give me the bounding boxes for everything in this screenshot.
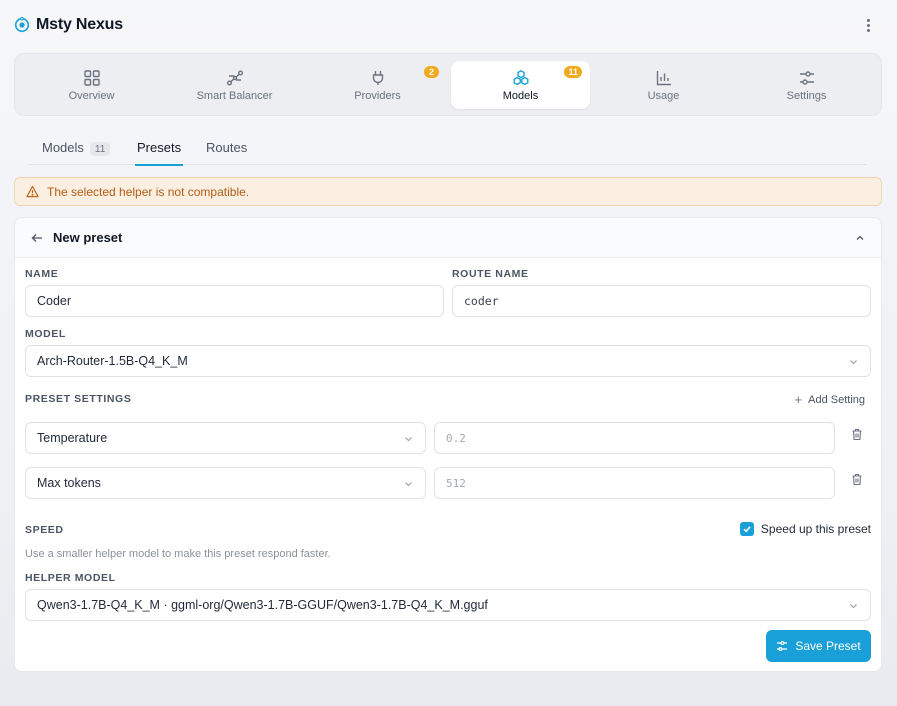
helper-model-value: Qwen3-1.7B-Q4_K_M · ggml-org/Qwen3-1.7B-… bbox=[37, 598, 488, 612]
setting-value-input[interactable]: 0.2 bbox=[434, 422, 835, 454]
setting-value-input[interactable]: 512 bbox=[434, 467, 835, 499]
nav-label: Smart Balancer bbox=[196, 89, 273, 102]
nav-item-providers[interactable]: Providers 2 bbox=[308, 61, 447, 109]
bar-chart-icon bbox=[656, 70, 671, 85]
check-icon bbox=[743, 526, 751, 533]
name-label: NAME bbox=[25, 268, 59, 280]
back-arrow-icon[interactable] bbox=[31, 232, 43, 244]
speed-hint: Use a smaller helper model to make this … bbox=[25, 548, 331, 560]
card-header: New preset bbox=[15, 218, 881, 258]
nav-label: Overview bbox=[68, 89, 115, 102]
sliders-icon bbox=[799, 70, 814, 85]
nav-label: Providers bbox=[354, 89, 401, 102]
chevron-down-icon bbox=[850, 360, 857, 365]
sliders-icon bbox=[777, 641, 788, 651]
chevron-down-icon bbox=[405, 437, 412, 442]
grid-icon bbox=[83, 69, 100, 86]
model-value: Arch-Router-1.5B-Q4_K_M bbox=[37, 354, 188, 368]
app-title: Msty Nexus bbox=[36, 16, 123, 33]
nav-item-models[interactable]: Models 11 bbox=[451, 61, 590, 109]
model-label: MODEL bbox=[25, 328, 66, 340]
card-title: New preset bbox=[53, 230, 123, 245]
models-count-badge: 11 bbox=[564, 66, 582, 78]
more-options-icon[interactable] bbox=[861, 16, 875, 34]
subtab-models[interactable]: Models 11 bbox=[42, 136, 111, 165]
preset-settings-label: PRESET SETTINGS bbox=[25, 393, 132, 405]
add-setting-button[interactable]: + Add Setting bbox=[795, 392, 865, 407]
subtab-label: Routes bbox=[206, 140, 248, 155]
nav-item-settings[interactable]: Settings bbox=[737, 61, 876, 109]
plus-icon: + bbox=[794, 392, 803, 407]
subtab-label: Presets bbox=[137, 140, 182, 155]
plug-icon bbox=[372, 70, 383, 85]
nav-label: Settings bbox=[786, 89, 827, 102]
nav-item-usage[interactable]: Usage bbox=[594, 61, 733, 109]
subtab-label: Models bbox=[42, 140, 84, 155]
app-header: Msty Nexus bbox=[14, 12, 883, 38]
warning-alert: The selected helper is not compatible. bbox=[14, 177, 882, 206]
nav-item-overview[interactable]: Overview bbox=[22, 61, 161, 109]
checkbox-checked[interactable] bbox=[739, 522, 754, 536]
alert-text: The selected helper is not compatible. bbox=[47, 184, 250, 199]
nav-label: Models bbox=[502, 89, 539, 102]
trash-icon[interactable] bbox=[851, 473, 863, 486]
chevron-up-icon[interactable] bbox=[855, 233, 865, 243]
name-input[interactable]: Coder bbox=[25, 285, 444, 317]
providers-count-badge: 2 bbox=[424, 66, 439, 78]
warning-icon bbox=[26, 185, 39, 198]
chevron-down-icon bbox=[405, 482, 412, 487]
subtab-presets[interactable]: Presets bbox=[134, 136, 184, 166]
route-name-label: ROUTE NAME bbox=[452, 268, 529, 280]
subtab-routes[interactable]: Routes bbox=[206, 136, 247, 165]
chevron-down-icon bbox=[850, 604, 857, 609]
model-select[interactable]: Arch-Router-1.5B-Q4_K_M bbox=[25, 345, 871, 377]
setting-key-value: Temperature bbox=[37, 431, 108, 445]
setting-key-select[interactable]: Max tokens bbox=[25, 467, 426, 499]
setting-key-select[interactable]: Temperature bbox=[25, 422, 426, 454]
models-count: 11 bbox=[89, 142, 111, 156]
helper-model-select[interactable]: Qwen3-1.7B-Q4_K_M · ggml-org/Qwen3-1.7B-… bbox=[25, 589, 871, 621]
add-setting-label: Add Setting bbox=[808, 393, 865, 406]
helper-model-label: HELPER MODEL bbox=[25, 572, 116, 584]
save-preset-button[interactable]: Save Preset bbox=[766, 630, 871, 662]
setting-key-value: Max tokens bbox=[37, 476, 101, 490]
speed-up-label: Speed up this preset bbox=[760, 522, 871, 536]
logo-icon bbox=[14, 17, 30, 33]
route-name-input[interactable]: coder bbox=[452, 285, 871, 317]
route-icon bbox=[226, 70, 243, 85]
preset-card: New preset NAME Coder ROUTE NAME coder M… bbox=[14, 217, 882, 672]
subtabs: Models 11 Presets Routes bbox=[28, 136, 867, 166]
nav-label: Usage bbox=[647, 89, 680, 102]
save-preset-label: Save Preset bbox=[795, 639, 861, 653]
trash-icon[interactable] bbox=[851, 428, 863, 441]
speed-up-checkbox[interactable]: Speed up this preset bbox=[739, 522, 871, 536]
cubes-icon bbox=[513, 69, 528, 85]
speed-label: SPEED bbox=[25, 524, 64, 536]
nav-item-smart-balancer[interactable]: Smart Balancer bbox=[165, 61, 304, 109]
main-nav: Overview Smart Balancer Providers 2 Mode… bbox=[14, 53, 882, 116]
